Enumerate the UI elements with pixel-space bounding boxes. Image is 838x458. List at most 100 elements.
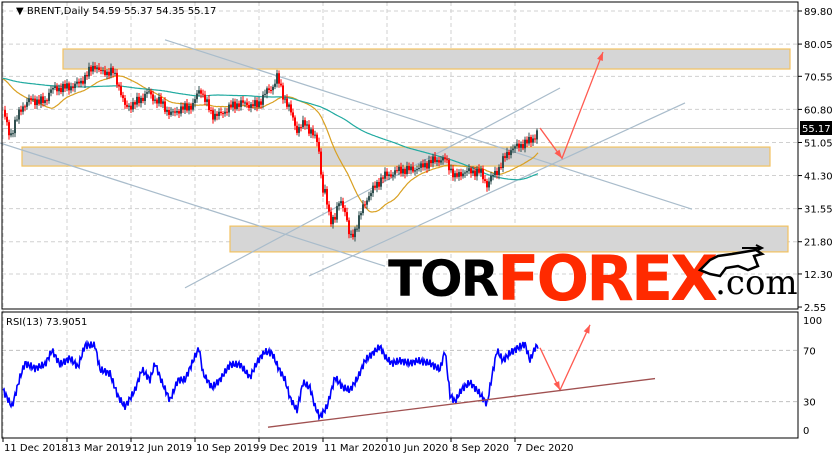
candle [512,148,514,151]
candle [84,74,86,84]
rsi-label: RSI(13) 73.9051 [6,317,87,328]
candle [164,101,166,112]
candle [320,151,322,175]
candle [398,166,400,172]
candle [534,138,536,140]
candle [78,81,80,84]
price-tick-label: 12.30 [804,270,833,281]
candle [532,138,534,143]
price-tick-label: 2.55 [804,303,826,314]
candle [312,129,314,136]
resistance-zone [62,48,791,70]
arrowhead-icon [583,324,590,334]
candle [224,111,226,114]
chart-header: ▼ BRENT,Daily 54.59 55.37 54.35 55.17 [16,6,216,17]
candle [38,99,40,104]
candle [256,100,258,108]
candle [344,207,346,213]
candle [198,90,200,94]
candle [450,168,452,171]
rsi-panel-frame [1,311,799,439]
candle [150,91,152,95]
time-tick-label: 10 Jun 2020 [388,443,448,454]
candle [326,189,328,205]
price-tick-label: 60.80 [804,105,833,116]
candle [172,111,174,113]
trading-chart[interactable]: 89.80 80.05 70.55 60.80 51.05 41.30 31.55 21.80… [0,0,838,458]
candle [54,86,56,88]
candle [234,101,236,109]
time-tick-label: 10 Sep 2019 [196,443,259,454]
candle [168,109,170,115]
candle [206,99,208,102]
candle [90,66,92,72]
candle [468,168,470,172]
candle [196,93,198,100]
price-tick-label: 41.30 [804,172,833,183]
candle [178,111,180,114]
candle [284,98,286,100]
candle [372,185,374,194]
candle [302,120,304,128]
candle [244,102,246,104]
candle [94,65,96,69]
candle [378,181,380,187]
candle [262,94,264,105]
candle [446,159,448,161]
candle [138,96,140,104]
candle [192,102,194,110]
candle [66,83,68,89]
candle [32,98,34,100]
candle [324,189,326,193]
candle [280,83,282,86]
candle [218,111,220,116]
candle [408,165,410,171]
candle [10,133,12,136]
candle [210,110,212,112]
candle [310,129,312,134]
header-low: 54.35 [156,6,185,17]
candle [518,143,520,148]
candle [12,133,14,135]
candle [494,170,496,176]
candle [304,120,306,126]
candle [236,103,238,109]
candle [464,172,466,174]
candle [156,99,158,104]
candle [272,86,274,91]
candle [266,88,268,94]
rsi-forecast-arrow[interactable] [539,324,591,392]
candle [204,94,206,102]
candle [354,228,356,238]
zones [21,48,791,253]
symbol-timeframe: BRENT,Daily [27,6,89,17]
candle [62,83,64,93]
candle [486,181,488,188]
header-high: 55.37 [124,6,153,17]
candle [506,152,508,158]
candle [356,228,358,230]
candle [528,136,530,144]
candle [374,185,376,188]
forecast-arrows[interactable] [539,51,604,392]
candle [396,170,398,172]
candle [112,67,114,74]
time-tick-label: 7 Dec 2020 [516,443,574,454]
rsi-line [2,339,539,422]
candle [8,122,10,136]
candle [452,168,454,178]
candle [508,152,510,156]
candle [80,80,82,84]
candle [92,65,94,72]
candle [432,156,434,164]
candle [480,168,482,173]
candle [314,134,316,136]
candle [144,93,146,101]
candle [126,104,128,107]
candle [440,160,442,163]
candle [348,220,350,235]
candle [350,233,352,235]
candle [338,203,340,207]
candle [170,111,172,115]
candle [454,173,456,178]
